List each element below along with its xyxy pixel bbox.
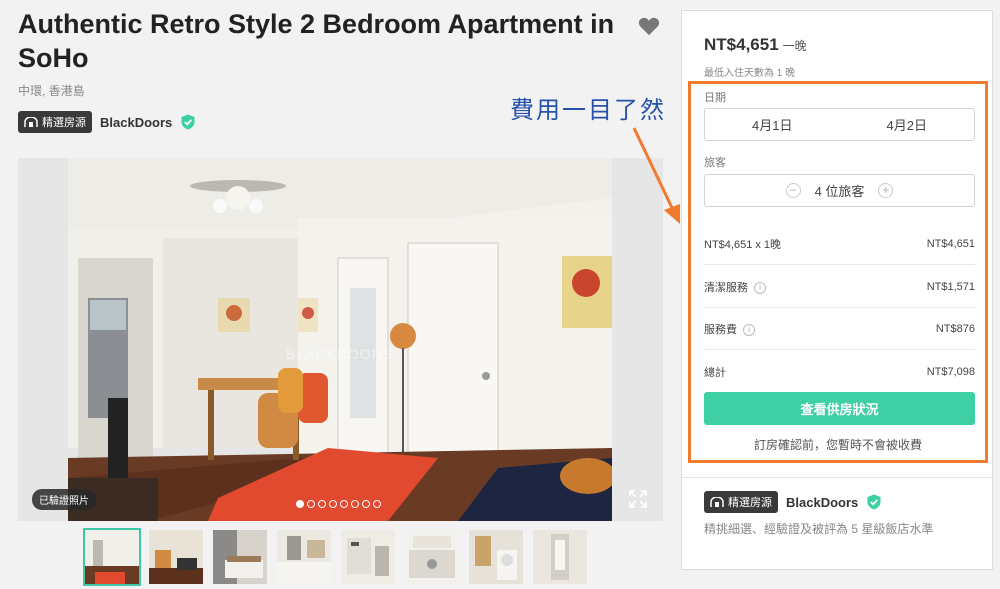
door-icon bbox=[710, 496, 724, 507]
photo-gallery[interactable]: BLACKDOORS 已驗證照片 bbox=[18, 158, 663, 521]
date-picker[interactable]: 4月1日 4月2日 bbox=[704, 108, 975, 141]
fee-label: 總計 bbox=[704, 367, 726, 379]
card-host-row: 精選房源 BlackDoors bbox=[704, 491, 882, 513]
thumbnail[interactable] bbox=[403, 528, 461, 586]
fee-row-cleaning: 清潔服務 i NT$1,571 bbox=[704, 279, 975, 295]
host-description: 精挑細選、經驗證及被評為 5 星級飯店水準 bbox=[704, 522, 934, 536]
fee-label: 清潔服務 bbox=[704, 282, 748, 294]
thumbnail[interactable] bbox=[211, 528, 269, 586]
listing-location: 中環, 香港島 bbox=[18, 84, 85, 98]
thumbnail[interactable] bbox=[147, 528, 205, 586]
divider bbox=[704, 349, 975, 350]
guests-value: 4 位旅客 bbox=[814, 184, 865, 199]
featured-badge-label: 精選房源 bbox=[728, 497, 772, 509]
info-icon[interactable]: i bbox=[743, 324, 755, 337]
guests-label: 旅客 bbox=[704, 157, 726, 169]
verified-photo-label: 已驗證照片 bbox=[32, 489, 96, 510]
apartment-photo[interactable] bbox=[68, 158, 612, 521]
fee-amount: NT$4,651 bbox=[926, 238, 975, 250]
fee-row-nightly: NT$4,651 x 1晚 NT$4,651 bbox=[704, 236, 975, 252]
divider bbox=[704, 264, 975, 265]
pagination-dot[interactable] bbox=[373, 500, 381, 508]
thumbnail[interactable] bbox=[531, 528, 589, 586]
pagination-dot[interactable] bbox=[362, 500, 370, 508]
heart-icon[interactable] bbox=[638, 16, 660, 36]
pagination-dot[interactable] bbox=[351, 500, 359, 508]
price-per-night: 一晚 bbox=[782, 39, 807, 53]
checkout-date[interactable]: 4月2日 bbox=[840, 115, 975, 134]
guest-selector[interactable]: − 4 位旅客 + bbox=[704, 174, 975, 207]
pagination-dot[interactable] bbox=[318, 500, 326, 508]
pagination-dot[interactable] bbox=[340, 500, 348, 508]
verified-shield-icon bbox=[867, 494, 881, 510]
expand-icon[interactable] bbox=[628, 489, 648, 509]
photo-pagination bbox=[296, 500, 381, 508]
thumbnail-strip bbox=[83, 528, 589, 586]
listing-page: Authentic Retro Style 2 Bedroom Apartmen… bbox=[0, 0, 1000, 589]
booking-card: NT$4,651 一晚 最低入住天數為 1 晚 日期 4月1日 4月2日 旅客 −… bbox=[681, 10, 994, 570]
host-name[interactable]: BlackDoors bbox=[100, 115, 172, 130]
no-charge-note: 訂房確認前，您暫時不會被收費 bbox=[753, 438, 922, 452]
fee-amount: NT$7,098 bbox=[926, 366, 975, 378]
fee-amount: NT$1,571 bbox=[926, 281, 975, 293]
fee-row-service: 服務費 i NT$876 bbox=[704, 321, 975, 337]
decrease-guests-button[interactable]: − bbox=[785, 183, 801, 198]
door-icon bbox=[24, 116, 38, 127]
fee-label: 服務費 bbox=[704, 324, 737, 336]
host-row: 精選房源 BlackDoors bbox=[18, 111, 196, 133]
fee-label: NT$4,651 x 1晚 bbox=[704, 239, 782, 251]
price-value: NT$4,651 bbox=[704, 35, 779, 54]
pagination-dot[interactable] bbox=[329, 500, 337, 508]
featured-badge-label: 精選房源 bbox=[42, 117, 86, 129]
thumbnail[interactable] bbox=[83, 528, 141, 586]
fee-amount: NT$876 bbox=[935, 323, 975, 335]
verified-shield-icon bbox=[181, 114, 195, 130]
pagination-dot[interactable] bbox=[307, 500, 315, 508]
card-host-name[interactable]: BlackDoors bbox=[786, 495, 858, 510]
thumbnail[interactable] bbox=[467, 528, 525, 586]
check-availability-button[interactable]: 查看供房狀況 bbox=[704, 392, 975, 425]
divider bbox=[704, 307, 975, 308]
thumbnail[interactable] bbox=[339, 528, 397, 586]
nightly-price: NT$4,651 一晚 bbox=[704, 35, 807, 55]
featured-badge: 精選房源 bbox=[704, 491, 778, 513]
photo-watermark: BLACKDOORS bbox=[286, 346, 394, 362]
min-stay-note: 最低入住天數為 1 晚 bbox=[704, 68, 796, 79]
pagination-dot[interactable] bbox=[296, 500, 304, 508]
divider bbox=[682, 477, 994, 478]
featured-badge: 精選房源 bbox=[18, 111, 92, 133]
info-icon[interactable]: i bbox=[754, 282, 766, 295]
annotation-arrow-icon bbox=[632, 127, 680, 224]
listing-title: Authentic Retro Style 2 Bedroom Apartmen… bbox=[18, 9, 615, 73]
increase-guests-button[interactable]: + bbox=[878, 183, 894, 198]
checkin-date[interactable]: 4月1日 bbox=[705, 115, 840, 134]
thumbnail[interactable] bbox=[275, 528, 333, 586]
dates-label: 日期 bbox=[704, 92, 726, 104]
fee-row-total: 總計 NT$7,098 bbox=[704, 364, 975, 380]
